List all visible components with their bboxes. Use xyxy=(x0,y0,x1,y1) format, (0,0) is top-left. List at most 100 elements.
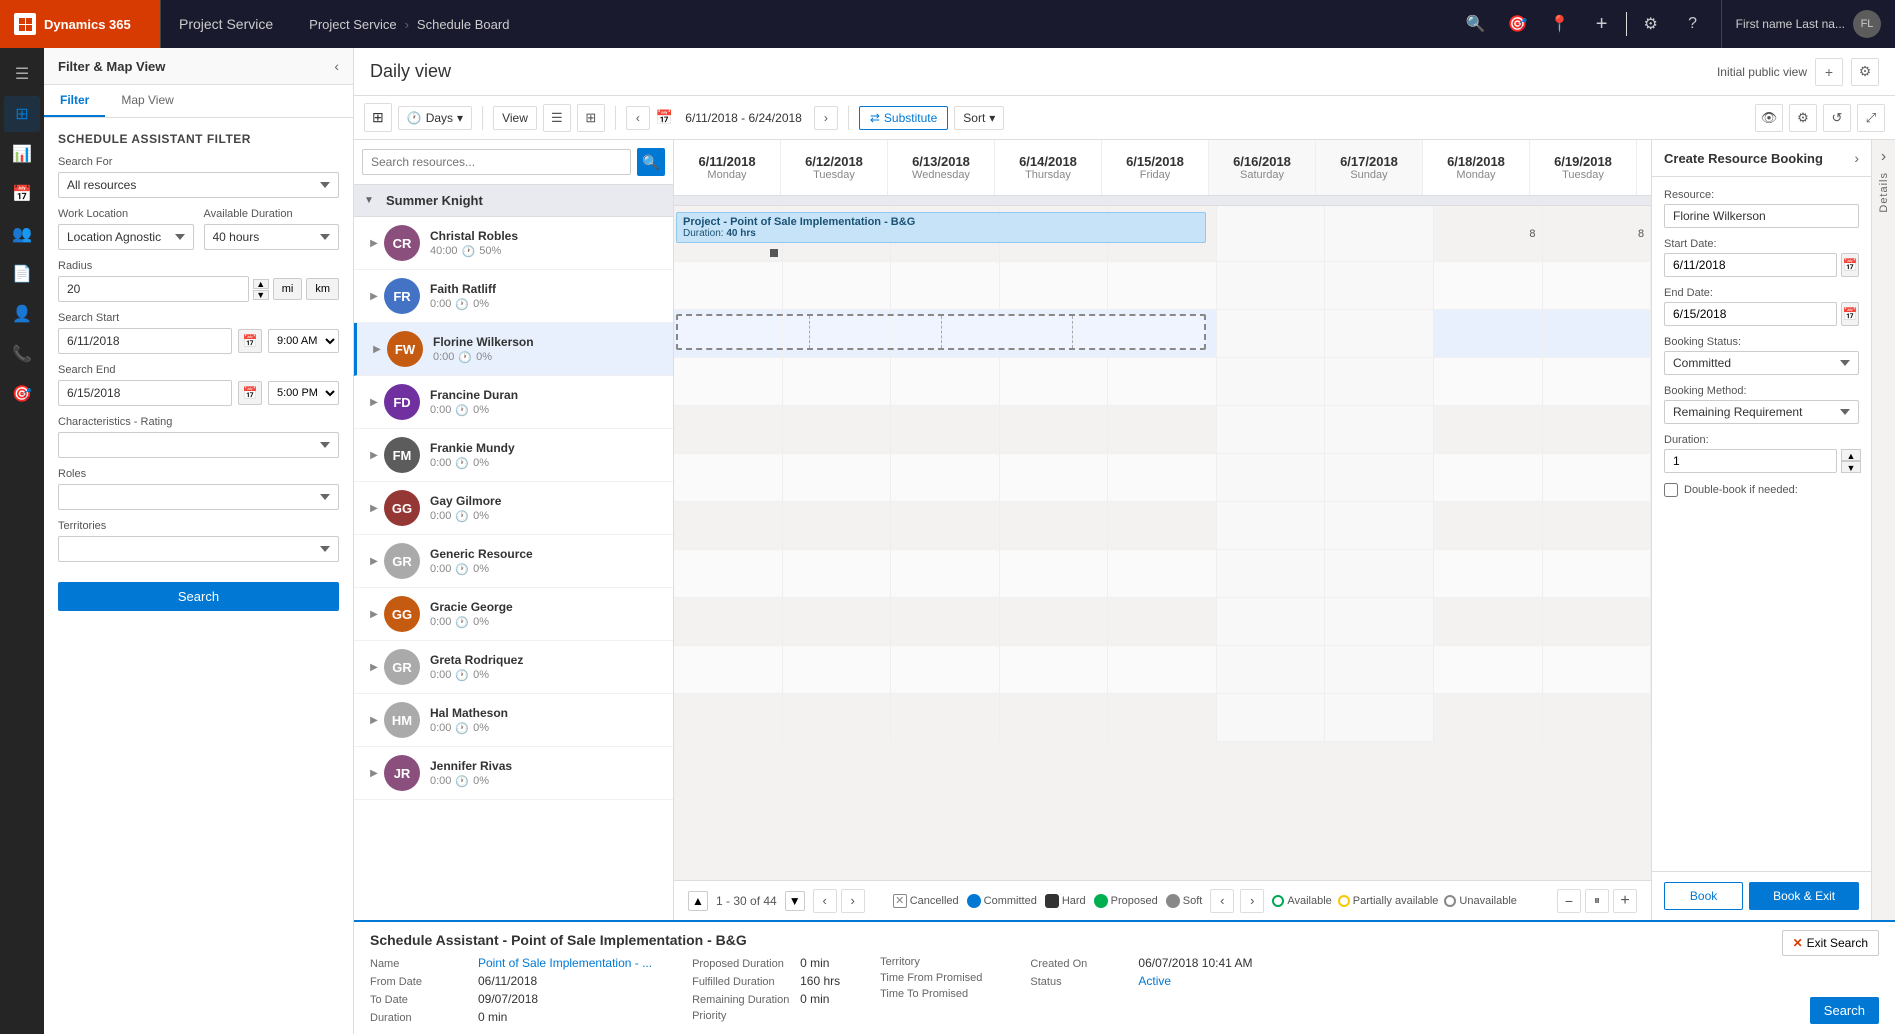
cell-jennifer-mon[interactable] xyxy=(674,694,783,741)
cell-francine-sat[interactable] xyxy=(1217,358,1326,405)
search-start-time-select[interactable]: 9:00 AM xyxy=(268,329,339,353)
cell-greta-mon[interactable] xyxy=(674,598,783,645)
cell-gay-sat[interactable] xyxy=(1217,454,1326,501)
resource-item-jennifer-rivas[interactable]: ▶ JR Jennifer Rivas 0:00 🕐 0% xyxy=(354,747,673,800)
available-duration-select[interactable]: 40 hours xyxy=(204,224,340,250)
cell-gay-mon2[interactable] xyxy=(1434,454,1543,501)
cell-greta-thu[interactable] xyxy=(1000,598,1109,645)
resource-item-frankie-mundy[interactable]: ▶ FM Frankie Mundy 0:00 🕐 0% xyxy=(354,429,673,482)
avail-next-btn[interactable]: › xyxy=(1240,889,1264,913)
cell-francine-tue2[interactable] xyxy=(1543,358,1652,405)
roles-select[interactable] xyxy=(58,484,339,510)
cell-christal-mon2[interactable]: 8 xyxy=(1434,206,1543,261)
cell-generic-thu[interactable] xyxy=(1000,502,1109,549)
cell-frankie-sun[interactable] xyxy=(1325,406,1434,453)
cell-faith-tue2[interactable] xyxy=(1543,262,1652,309)
resource-item-generic-resource[interactable]: ▶ GR Generic Resource 0:00 🕐 0% xyxy=(354,535,673,588)
cell-faith-mon2[interactable] xyxy=(1434,262,1543,309)
cell-faith-mon[interactable] xyxy=(674,262,783,309)
cell-hal-tue2[interactable] xyxy=(1543,646,1652,693)
cbp-start-date-cal-btn[interactable]: 📅 xyxy=(1841,253,1859,277)
cell-frankie-sat[interactable] xyxy=(1217,406,1326,453)
grid-view-btn[interactable]: ⊞ xyxy=(577,104,605,132)
cell-hal-sat[interactable] xyxy=(1217,646,1326,693)
cbp-resource-input[interactable] xyxy=(1664,204,1859,228)
cell-frankie-wed[interactable] xyxy=(891,406,1000,453)
fullscreen-icon-btn[interactable]: ⤢ xyxy=(1857,104,1885,132)
resource-item-florine-wilkerson[interactable]: ▶ FW Florine Wilkerson 0:00 🕐 0% xyxy=(354,323,673,376)
cell-florine-sun[interactable] xyxy=(1325,310,1434,357)
cell-frankie-tue[interactable] xyxy=(783,406,892,453)
cell-frankie-mon2[interactable] xyxy=(1434,406,1543,453)
cell-christal-tue2[interactable]: 8 xyxy=(1543,206,1652,261)
cell-florine-sat[interactable] xyxy=(1217,310,1326,357)
resource-item-hal-matheson[interactable]: ▶ HM Hal Matheson 0:00 🕐 0% xyxy=(354,694,673,747)
zoom-in-btn[interactable]: + xyxy=(1613,889,1637,913)
cell-gay-sun[interactable] xyxy=(1325,454,1434,501)
resource-item-faith-ratliff[interactable]: ▶ FR Faith Ratliff 0:00 🕐 0% xyxy=(354,270,673,323)
cbp-booking-method-select[interactable]: Remaining Requirement xyxy=(1664,400,1859,424)
resource-item-christal-robles[interactable]: ▶ CR Christal Robles 40:00 🕐 50% xyxy=(354,217,673,270)
page-expand-down[interactable]: ▼ xyxy=(785,891,805,911)
cell-gracie-mon2[interactable] xyxy=(1434,550,1543,597)
cbp-expand-btn[interactable]: › xyxy=(1854,150,1859,166)
radius-up[interactable]: ▲ xyxy=(253,279,269,289)
cell-christal-mon[interactable]: Project - Point of Sale Implementation -… xyxy=(674,206,783,261)
cell-hal-tue[interactable] xyxy=(783,646,892,693)
target-icon-btn[interactable]: 🎯 xyxy=(1500,6,1536,42)
cell-francine-fri[interactable] xyxy=(1108,358,1217,405)
user-profile[interactable]: First name Last na... FL xyxy=(1721,0,1895,48)
resource-item-francine-duran[interactable]: ▶ FD Francine Duran 0:00 🕐 0% xyxy=(354,376,673,429)
cell-greta-mon2[interactable] xyxy=(1434,598,1543,645)
sidebar-phone-icon[interactable]: 📞 xyxy=(4,336,40,372)
cell-faith-wed[interactable] xyxy=(891,262,1000,309)
cell-frankie-tue2[interactable] xyxy=(1543,406,1652,453)
cell-greta-wed[interactable] xyxy=(891,598,1000,645)
cell-christal-sat[interactable] xyxy=(1217,206,1326,261)
date-prev-btn[interactable]: ‹ xyxy=(626,106,650,130)
cell-florine-mon2[interactable] xyxy=(1434,310,1543,357)
cell-jennifer-tue2[interactable] xyxy=(1543,694,1652,741)
sidebar-home-icon[interactable]: ⊞ xyxy=(4,96,40,132)
cell-francine-wed[interactable] xyxy=(891,358,1000,405)
cbp-booking-status-select[interactable]: Committed xyxy=(1664,351,1859,375)
add-view-btn[interactable]: + xyxy=(1815,58,1843,86)
resource-item-gay-gilmore[interactable]: ▶ GG Gay Gilmore 0:00 🕐 0% xyxy=(354,482,673,535)
view-btn[interactable]: View xyxy=(493,106,537,130)
cell-frankie-fri[interactable] xyxy=(1108,406,1217,453)
cell-gay-wed[interactable] xyxy=(891,454,1000,501)
sidebar-calendar-icon[interactable]: 📅 xyxy=(4,176,40,212)
radius-km-btn[interactable]: km xyxy=(306,278,339,300)
cbp-start-date-input[interactable] xyxy=(1664,253,1837,277)
cell-francine-sun[interactable] xyxy=(1325,358,1434,405)
cbp-end-date-cal-btn[interactable]: 📅 xyxy=(1841,302,1859,326)
cell-christal-sun[interactable] xyxy=(1325,206,1434,261)
resource-expand-greta[interactable]: ▶ xyxy=(364,649,384,685)
resource-expand-gracie[interactable]: ▶ xyxy=(364,596,384,632)
book-button[interactable]: Book xyxy=(1664,882,1743,910)
resource-expand-christal[interactable]: ▶ xyxy=(364,225,384,261)
cell-faith-thu[interactable] xyxy=(1000,262,1109,309)
cell-faith-tue[interactable] xyxy=(783,262,892,309)
cell-hal-mon[interactable] xyxy=(674,646,783,693)
cell-florine-mon[interactable] xyxy=(674,310,783,357)
cell-frankie-thu[interactable] xyxy=(1000,406,1109,453)
search-for-select[interactable]: All resources xyxy=(58,172,339,198)
radius-stepper[interactable]: ▲ ▼ xyxy=(253,279,269,300)
tab-map-view[interactable]: Map View xyxy=(105,85,189,117)
cell-jennifer-sat[interactable] xyxy=(1217,694,1326,741)
cell-gracie-wed[interactable] xyxy=(891,550,1000,597)
resource-expand-francine[interactable]: ▶ xyxy=(364,384,384,420)
sidebar-doc-icon[interactable]: 📄 xyxy=(4,256,40,292)
cell-hal-mon2[interactable] xyxy=(1434,646,1543,693)
resource-item-gracie-george[interactable]: ▶ GG Gracie George 0:00 🕐 0% xyxy=(354,588,673,641)
sa-name-link[interactable]: Point of Sale Implementation - ... xyxy=(478,956,652,970)
sidebar-person-icon[interactable]: 👤 xyxy=(4,296,40,332)
radius-input[interactable] xyxy=(58,276,249,302)
search-end-time-select[interactable]: 5:00 PM xyxy=(268,381,339,405)
cell-generic-fri[interactable] xyxy=(1108,502,1217,549)
date-next-btn[interactable]: › xyxy=(814,106,838,130)
cell-gay-tue[interactable] xyxy=(783,454,892,501)
cell-faith-fri[interactable] xyxy=(1108,262,1217,309)
add-icon-btn[interactable]: + xyxy=(1584,6,1620,42)
